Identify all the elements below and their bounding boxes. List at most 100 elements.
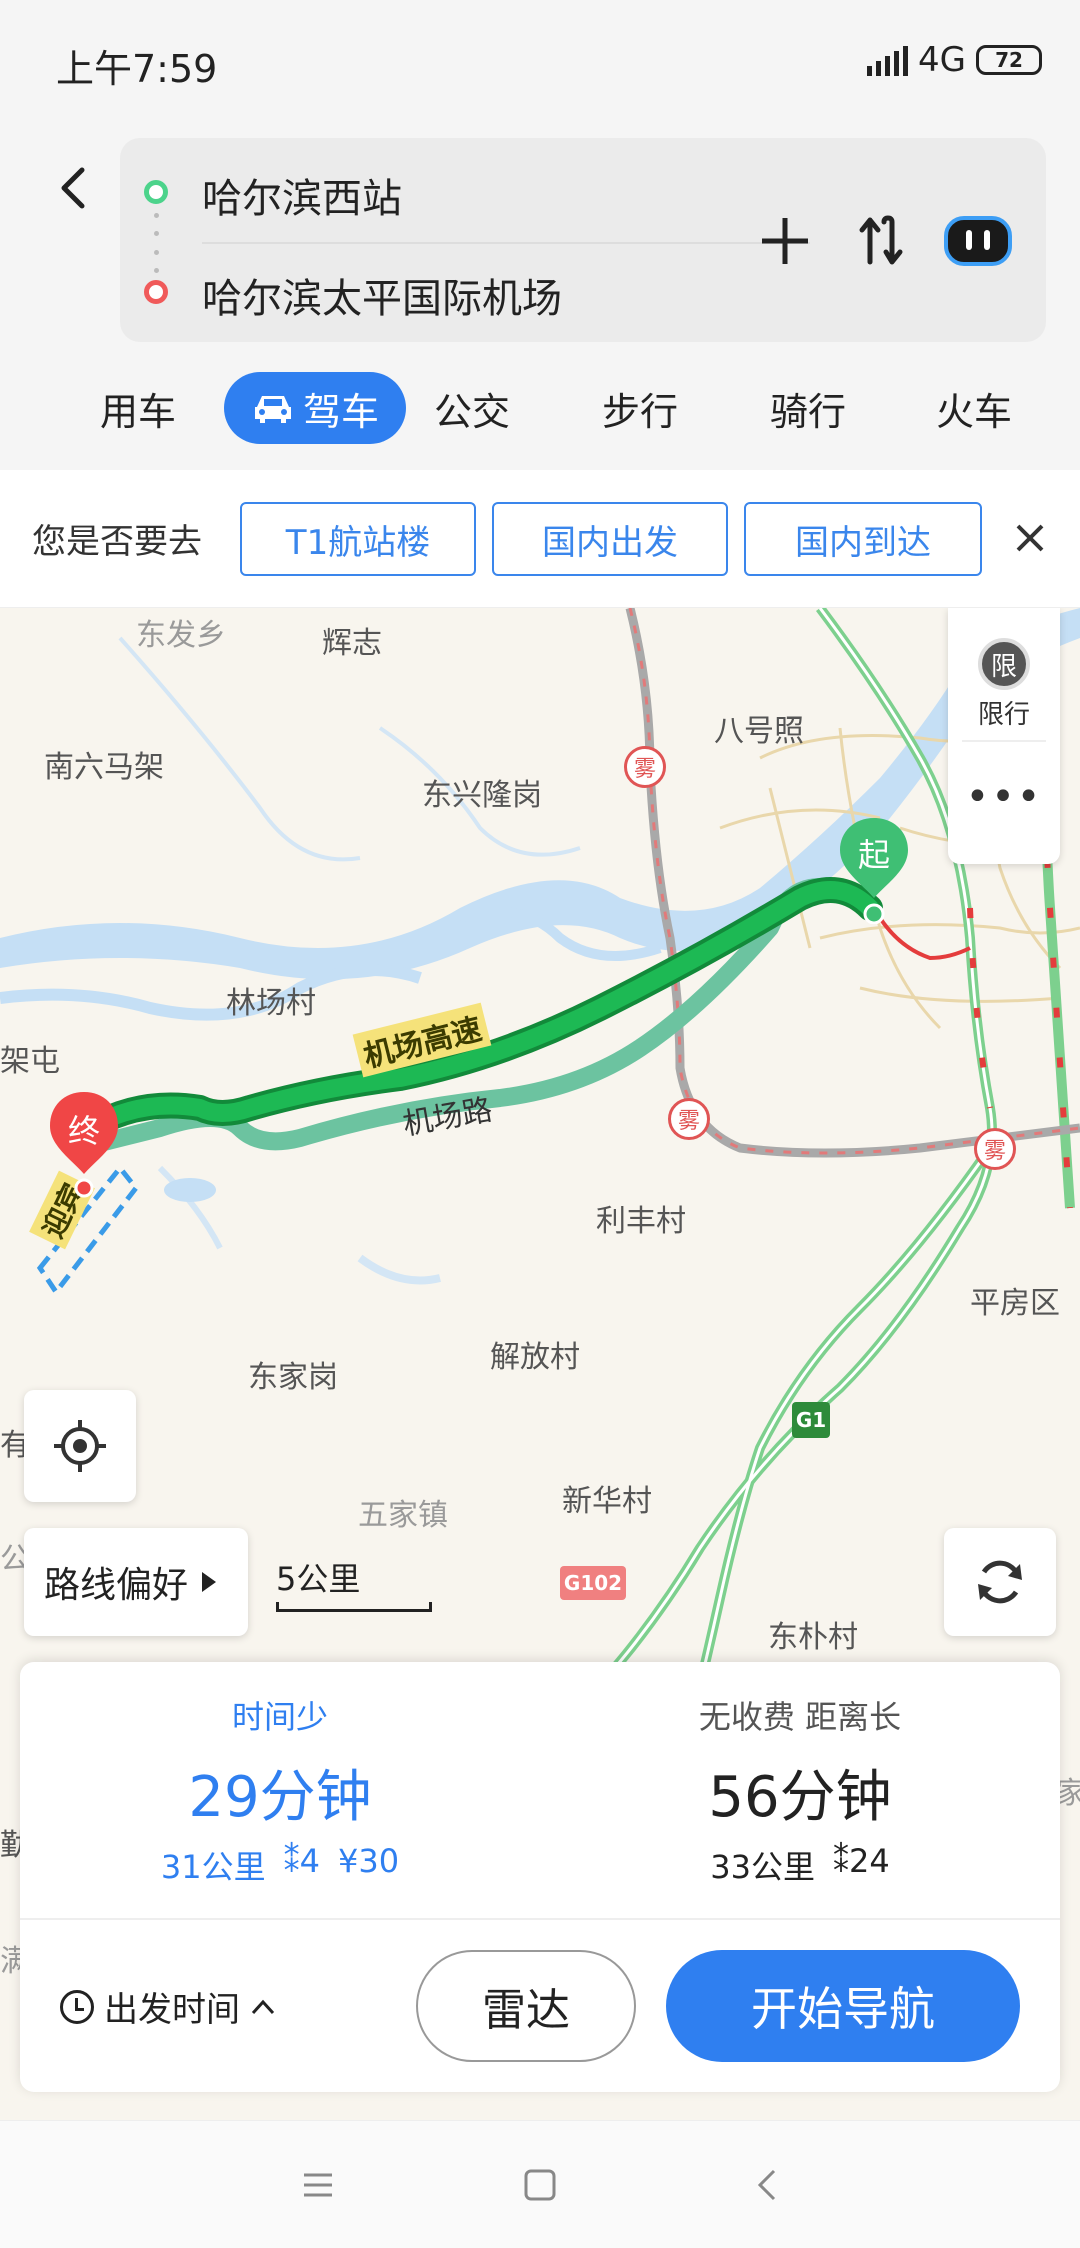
tab-label: 公交 <box>433 389 510 434</box>
radar-button[interactable]: 雷达 <box>416 1950 636 2062</box>
place-label: 东家岗 <box>248 1360 338 1395</box>
route-duration: 56分钟 <box>708 1765 892 1830</box>
place-label: 南六马架 <box>44 750 164 785</box>
route-meta: 31公里 ⁑4 ¥30 <box>20 1842 540 1888</box>
end-dot-icon <box>144 280 168 304</box>
network-type: 4G <box>918 40 966 80</box>
route-option-fastest[interactable]: 时间少 29分钟 31公里 ⁑4 ¥30 <box>20 1662 540 1918</box>
car-icon <box>254 396 291 423</box>
clock-icon <box>60 1989 94 2024</box>
tab-label: 骑行 <box>769 389 846 434</box>
mode-tabs: 用车 驾车 公交 步行 骑行 火车 <box>0 366 1080 446</box>
field-divider <box>202 242 810 244</box>
locate-button[interactable] <box>24 1390 136 1502</box>
menu-icon[interactable] <box>298 2165 338 2205</box>
traffic-light-info: ⁑24 <box>833 1842 890 1888</box>
route-tag: 无收费 距离长 <box>698 1698 902 1736</box>
place-label: 平房区 <box>970 1286 1060 1321</box>
tab-label: 火车 <box>935 389 1012 434</box>
route-options-card: 时间少 29分钟 31公里 ⁑4 ¥30 无收费 距离长 56分钟 33公里 ⁑… <box>20 1662 1060 2092</box>
refresh-icon <box>978 1560 1022 1604</box>
system-nav-bar <box>0 2120 1080 2248</box>
tab-bike[interactable]: 骑行 <box>756 372 860 444</box>
place-label: 八号照 <box>714 714 804 749</box>
end-pin-label: 终 <box>67 1112 100 1150</box>
route-preference-label: 路线偏好 <box>44 1565 189 1606</box>
status-indicators: 4G 72 <box>867 40 1042 80</box>
refresh-button[interactable] <box>944 1528 1056 1636</box>
chip-domestic-departure[interactable]: 国内出发 <box>492 502 728 576</box>
tab-drive[interactable]: 驾车 <box>224 372 406 444</box>
chip-t1-terminal[interactable]: T1航站楼 <box>240 502 476 576</box>
start-pin-label: 起 <box>857 836 890 874</box>
swap-icon[interactable] <box>850 208 916 274</box>
destination-field[interactable]: 哈尔滨太平国际机场 <box>202 266 562 324</box>
fog-warning-icon[interactable]: 雾 <box>974 1128 1016 1170</box>
traffic-restriction-icon[interactable]: 限 <box>978 638 1030 690</box>
traffic-light-count: 4 <box>299 1842 320 1880</box>
tab-label: 驾车 <box>302 389 379 434</box>
route-option-no-toll[interactable]: 无收费 距离长 56分钟 33公里 ⁑24 <box>540 1662 1060 1918</box>
home-icon[interactable] <box>520 2165 560 2205</box>
chip-domestic-arrival[interactable]: 国内到达 <box>744 502 982 576</box>
route-duration: 29分钟 <box>188 1765 372 1830</box>
place-label: 辉志 <box>322 626 382 661</box>
place-label: 利丰村 <box>596 1204 686 1239</box>
tab-transit[interactable]: 公交 <box>420 372 524 444</box>
departure-time-button[interactable]: 出发时间 <box>60 1982 276 2031</box>
traffic-light-count: 24 <box>849 1842 890 1880</box>
route-header: 哈尔滨西站 哈尔滨太平国际机场 用车 驾车 公交 步行 骑行 火车 <box>0 128 1080 470</box>
close-icon[interactable] <box>1010 518 1050 558</box>
battery-icon: 72 <box>976 45 1042 75</box>
fog-warning-icon[interactable]: 雾 <box>668 1098 710 1140</box>
more-icon[interactable]: ••• <box>948 777 1060 817</box>
traffic-restriction-label[interactable]: 限行 <box>948 694 1060 731</box>
route-meta: 33公里 ⁑24 <box>540 1842 1060 1888</box>
caret-right-icon <box>202 1572 217 1592</box>
place-label: 五家镇 <box>358 1498 448 1533</box>
tab-car-hailing[interactable]: 用车 <box>86 372 190 444</box>
card-divider <box>20 1918 1060 1920</box>
dots-connector <box>153 213 159 273</box>
place-label: 东朴村 <box>768 1620 858 1655</box>
map-side-panel: 限 限行 ••• <box>948 608 1060 864</box>
place-label: 解放村 <box>490 1340 580 1375</box>
back-icon[interactable] <box>44 158 104 218</box>
signal-icon <box>867 44 909 76</box>
status-time: 上午7:59 <box>56 47 218 91</box>
traffic-light-info: ⁑4 <box>284 1842 320 1888</box>
g1-highway-badge: G1 <box>792 1402 830 1438</box>
panel-divider <box>962 740 1046 742</box>
tab-train[interactable]: 火车 <box>922 372 1026 444</box>
battery-level: 72 <box>995 48 1023 72</box>
tab-label: 步行 <box>601 389 678 434</box>
origin-field[interactable]: 哈尔滨西站 <box>202 166 402 224</box>
chevron-up-icon <box>251 1999 275 2014</box>
back-nav-icon[interactable] <box>748 2165 788 2205</box>
route-toll: ¥30 <box>338 1842 400 1880</box>
status-bar: 上午7:59 4G 72 <box>0 0 1080 128</box>
route-distance: 33公里 <box>710 1848 815 1886</box>
route-preference-button[interactable]: 路线偏好 <box>24 1528 248 1636</box>
departure-time-label: 出发时间 <box>104 1990 240 2030</box>
fog-warning-icon[interactable]: 雾 <box>624 746 666 788</box>
suggestion-label: 您是否要去 <box>32 522 202 562</box>
tab-walk[interactable]: 步行 <box>588 372 692 444</box>
map-scale-bar <box>276 1602 432 1612</box>
place-label: 东发乡 <box>136 618 226 653</box>
route-tag: 时间少 <box>231 1698 328 1736</box>
start-dot-icon <box>144 180 168 204</box>
traffic-light-icon: ⁑ <box>833 1842 849 1880</box>
locate-icon <box>54 1420 106 1472</box>
add-waypoint-icon[interactable] <box>752 208 818 274</box>
assistant-icon[interactable] <box>942 208 1014 274</box>
route-input-box: 哈尔滨西站 哈尔滨太平国际机场 <box>120 138 1046 342</box>
g102-highway-badge: G102 <box>560 1566 626 1600</box>
place-label: 林场村 <box>226 986 316 1021</box>
start-navigation-button[interactable]: 开始导航 <box>666 1950 1020 2062</box>
place-label: 架屯 <box>0 1044 60 1079</box>
traffic-light-icon: ⁑ <box>283 1842 300 1880</box>
tab-label: 用车 <box>99 389 176 434</box>
route-distance: 31公里 <box>160 1848 266 1886</box>
place-label: 新华村 <box>562 1484 652 1519</box>
